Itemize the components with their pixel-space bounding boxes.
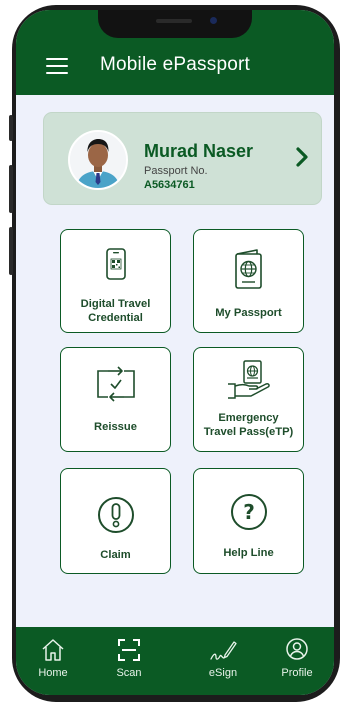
tile-label: My Passport	[215, 307, 282, 319]
reissue-icon	[61, 363, 170, 407]
mute-switch	[9, 115, 13, 141]
nav-home-label: Home	[38, 667, 68, 679]
tile-label: Reissue	[94, 421, 137, 433]
home-icon	[23, 637, 83, 665]
volume-up-button	[9, 165, 13, 213]
digital-travel-credential-tile[interactable]: Digital Travel Credential	[60, 229, 171, 333]
my-passport-tile[interactable]: My Passport	[193, 229, 304, 333]
passport-number-label: Passport No.	[144, 165, 208, 177]
tile-label: Claim	[100, 549, 131, 561]
tile-label: Emergency Travel Pass(eTP)	[203, 412, 294, 438]
claim-tile[interactable]: Claim	[60, 468, 171, 574]
app-title: Mobile ePassport	[100, 54, 250, 75]
nav-esign-label: eSign	[208, 667, 238, 679]
speaker-grille	[156, 19, 192, 23]
signature-pen-icon	[193, 637, 253, 665]
tile-label: Help Line	[223, 547, 274, 559]
help-line-tile[interactable]: ? Help Line	[193, 468, 304, 574]
reissue-tile[interactable]: Reissue	[60, 347, 171, 452]
emergency-travel-pass-tile[interactable]: Emergency Travel Pass(eTP)	[193, 347, 304, 452]
profile-avatar	[68, 130, 128, 190]
passport-number: A5634761	[144, 179, 195, 191]
tile-label: Digital Travel Credential	[80, 298, 151, 324]
nav-home[interactable]: Home	[23, 637, 83, 679]
mobile-qr-icon	[61, 248, 170, 284]
profile-card[interactable]: Murad Naser Passport No. A5634761	[43, 112, 322, 205]
question-circle-icon: ?	[194, 492, 303, 536]
profile-icon	[267, 637, 327, 665]
app-header: Mobile ePassport	[16, 10, 334, 95]
bottom-navigation: Home Scan eSign Profile	[16, 627, 334, 695]
exclamation-circle-icon	[61, 495, 170, 539]
nav-profile[interactable]: Profile	[267, 637, 327, 679]
svg-text:?: ?	[243, 500, 255, 524]
front-camera	[210, 17, 217, 24]
chevron-right-icon[interactable]	[295, 147, 309, 171]
user-name: Murad Naser	[144, 141, 254, 161]
phone-notch	[98, 10, 252, 38]
nav-scan[interactable]: Scan	[99, 637, 159, 679]
phone-screen: Mobile ePassport Murad Naser Passport No…	[16, 10, 334, 695]
nav-esign[interactable]: eSign	[193, 637, 253, 679]
passport-icon	[194, 248, 303, 296]
nav-profile-label: Profile	[281, 667, 313, 679]
volume-down-button	[9, 227, 13, 275]
hand-passport-icon	[194, 358, 303, 406]
nav-scan-label: Scan	[116, 667, 142, 679]
scan-icon	[99, 637, 159, 665]
